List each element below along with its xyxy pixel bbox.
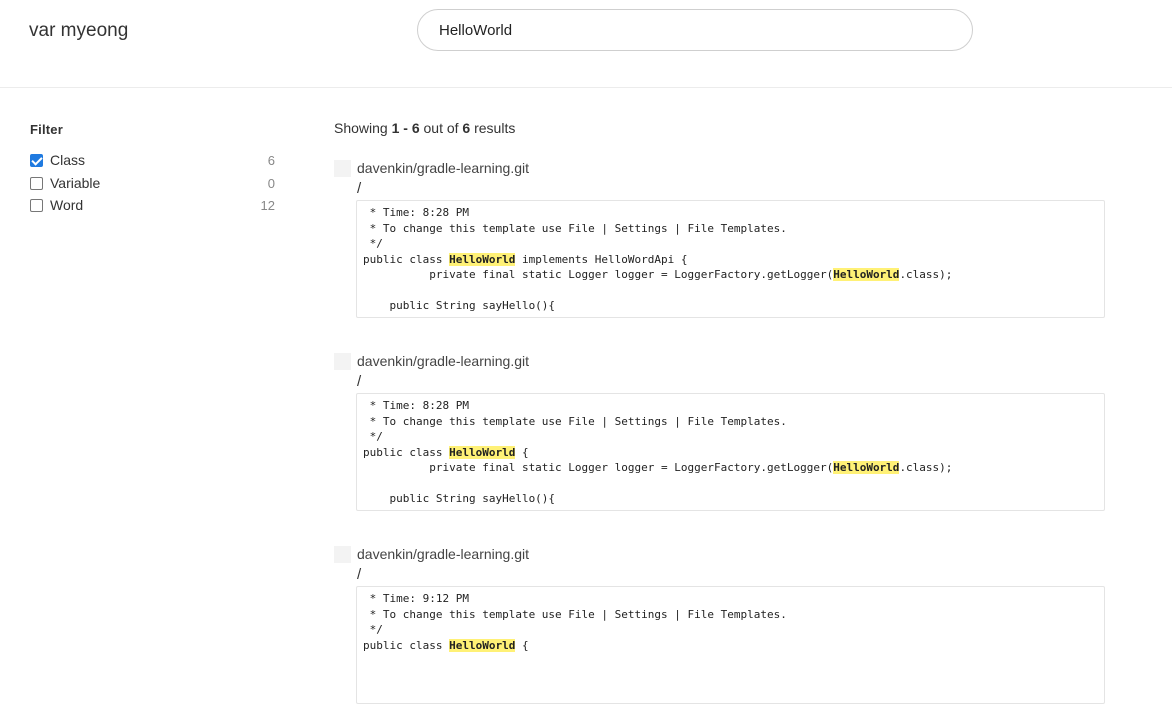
- code-line: * Time: 9:12 PM: [363, 591, 1104, 607]
- code-match-highlight: HelloWorld: [449, 638, 516, 652]
- code-text: */: [363, 237, 383, 250]
- summary-middle: out of: [419, 120, 463, 136]
- filter-item-word[interactable]: Word 12: [30, 195, 275, 215]
- code-match-highlight: HelloWorld: [833, 268, 900, 281]
- code-text: public class: [363, 445, 450, 459]
- result-item: davenkin/gradle-learning.git / * Time: 8…: [334, 351, 1106, 511]
- header: var myeong: [0, 0, 1172, 88]
- code-text: private final static Logger logger = Log…: [363, 461, 834, 474]
- code-line: public String sayHello(){: [363, 298, 1104, 314]
- code-match-highlight: HelloWorld: [833, 461, 900, 474]
- summary-prefix: Showing: [334, 120, 392, 136]
- summary-range: 1 - 6: [391, 120, 420, 136]
- code-text: public String sayHello(){: [363, 299, 556, 312]
- filter-item-class[interactable]: Class 6: [30, 150, 275, 170]
- code-snippet: * Time: 9:12 PM * To change this templat…: [356, 586, 1105, 704]
- code-text: public String sayHello(){: [363, 492, 556, 505]
- file-path[interactable]: /: [357, 566, 1106, 586]
- code-match-highlight: HelloWorld: [449, 252, 516, 266]
- code-text: * To change this template use File | Set…: [363, 414, 787, 428]
- filter-count-class: 6: [267, 152, 275, 168]
- filter-count-variable: 0: [267, 175, 275, 191]
- code-snippet: * Time: 8:28 PM * To change this templat…: [356, 200, 1105, 318]
- code-text: .class);: [899, 268, 953, 281]
- code-line: */: [363, 429, 1104, 445]
- class-checkbox[interactable]: [30, 153, 43, 167]
- code-line: * Time: 8:28 PM: [363, 398, 1104, 414]
- code-text: */: [363, 623, 383, 636]
- code-text: * To change this template use File | Set…: [363, 607, 787, 621]
- code-text: * To change this template use File | Set…: [363, 221, 787, 235]
- code-text: * Time: 8:28 PM: [363, 206, 469, 219]
- code-match-highlight: HelloWorld: [449, 445, 516, 459]
- repo-link[interactable]: davenkin/gradle-learning.git: [357, 353, 529, 369]
- code-text: public class: [363, 638, 450, 652]
- word-checkbox[interactable]: [30, 198, 43, 212]
- code-line: * Time: 8:28 PM: [363, 205, 1104, 221]
- code-line: public class HelloWorld implements Hello…: [363, 252, 1104, 268]
- code-line: * To change this template use File | Set…: [363, 221, 1104, 237]
- repo-link[interactable]: davenkin/gradle-learning.git: [357, 546, 529, 562]
- file-path[interactable]: /: [357, 180, 1106, 200]
- summary-suffix: results: [470, 120, 516, 136]
- code-line: public String sayHello(){: [363, 491, 1104, 507]
- code-snippet: * Time: 8:28 PM * To change this templat…: [356, 393, 1105, 511]
- repo-avatar: [334, 352, 351, 370]
- result-item: davenkin/gradle-learning.git / * Time: 8…: [334, 158, 1106, 318]
- filter-label-word: Word: [50, 197, 84, 213]
- result-item: davenkin/gradle-learning.git / * Time: 9…: [334, 544, 1106, 704]
- code-text: * Time: 8:28 PM: [363, 399, 469, 412]
- repo-avatar: [334, 545, 351, 563]
- code-line: public class HelloWorld {: [363, 445, 1104, 461]
- search-input[interactable]: [417, 9, 973, 51]
- code-line: * To change this template use File | Set…: [363, 607, 1104, 623]
- code-line: * To change this template use File | Set…: [363, 414, 1104, 430]
- logo[interactable]: var myeong: [29, 20, 128, 42]
- variable-checkbox[interactable]: [30, 176, 43, 190]
- repo-avatar: [334, 159, 351, 177]
- repo-link[interactable]: davenkin/gradle-learning.git: [357, 160, 529, 176]
- code-text: {: [515, 445, 529, 459]
- code-text: {: [515, 638, 529, 652]
- code-text: .class);: [899, 461, 953, 474]
- filter-label-variable: Variable: [50, 175, 101, 191]
- code-text: private final static Logger logger = Log…: [363, 268, 834, 281]
- code-line: */: [363, 236, 1104, 252]
- code-text: implements HelloWordApi {: [515, 252, 688, 266]
- filter-label-class: Class: [50, 152, 86, 168]
- filter-count-word: 12: [260, 197, 275, 213]
- results-summary: Showing 1 - 6 out of 6 results: [334, 120, 515, 136]
- filter-item-variable[interactable]: Variable 0: [30, 173, 275, 193]
- code-line: private final static Logger logger = Log…: [363, 267, 1104, 283]
- code-text: */: [363, 430, 383, 443]
- file-path[interactable]: /: [357, 373, 1106, 393]
- code-line: public class HelloWorld {: [363, 638, 1104, 654]
- code-line: private final static Logger logger = Log…: [363, 460, 1104, 476]
- code-line: */: [363, 622, 1104, 638]
- code-text: * Time: 9:12 PM: [363, 592, 469, 605]
- filter-title: Filter: [30, 122, 63, 137]
- code-text: public class: [363, 252, 450, 266]
